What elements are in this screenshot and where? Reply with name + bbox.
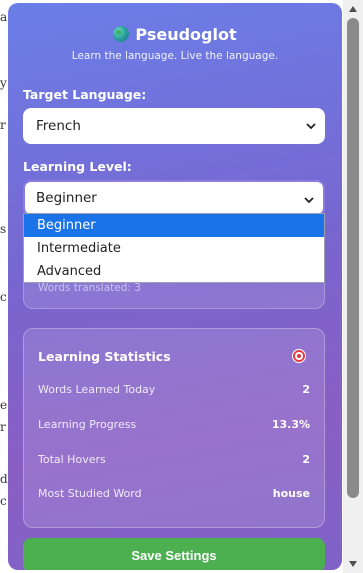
app-name: Pseudoglot [135,24,237,44]
learning-level-field: Learning Level: Beginner [23,159,325,216]
stat-value: 2 [302,452,310,466]
chevron-down-icon [304,197,314,204]
tagline: Learn the language. Live the language. [71,50,279,62]
stats-title: Learning Statistics [38,349,171,364]
target-language-field: Target Language: French [23,87,325,144]
target-language-label: Target Language: [23,87,147,102]
target-language-select[interactable]: French [23,108,325,144]
globe-icon [113,26,130,42]
learning-level-label: Learning Level: [23,159,132,174]
app-title: Pseudoglot [8,23,342,45]
stat-label: Words Learned Today [38,382,156,396]
popup-header: Pseudoglot Learn the language. Live the … [8,3,342,63]
dropdown-option-intermediate[interactable]: Intermediate [24,237,324,260]
bg-fragment: a [0,10,8,24]
learning-level-dropdown: Beginner Intermediate Advanced [23,213,325,283]
bg-fragment: c [0,494,7,508]
bg-fragment: y [0,76,7,90]
learning-level-select[interactable]: Beginner [23,180,325,216]
stat-label: Most Studied Word [38,486,142,500]
stat-row: Words Learned Today 2 [38,381,310,397]
stat-row: Learning Progress 13.3% [38,416,310,432]
extension-popup: Pseudoglot Learn the language. Live the … [8,3,342,570]
dropdown-option-advanced[interactable]: Advanced [24,260,324,283]
target-language-value: French [36,118,81,134]
stat-value: 2 [302,382,310,396]
bg-fragment: s [0,222,7,236]
stat-row: Most Studied Word house [38,485,310,501]
dropdown-option-beginner[interactable]: Beginner [24,214,324,237]
scroll-thumb[interactable] [347,18,359,498]
stat-row: Total Hovers 2 [38,451,310,467]
chevron-down-icon [306,123,316,130]
bg-fragment: r [0,420,6,434]
target-icon [292,349,306,363]
stat-label: Total Hovers [38,452,106,466]
stat-value: house [272,486,310,500]
learning-level-value: Beginner [36,190,97,206]
stat-value: 13.3% [271,417,310,431]
learning-statistics-card: Learning Statistics Words Learned Today … [23,328,325,528]
bg-fragment: e [0,398,8,412]
stat-label: Learning Progress [38,417,137,431]
scroll-up-icon[interactable] [349,6,357,12]
bg-fragment: d [0,472,8,486]
save-settings-button[interactable]: Save Settings [23,538,325,570]
scrollbar[interactable] [343,0,363,573]
bg-fragment: r [0,118,6,132]
bg-fragment: c [0,290,7,304]
scroll-down-icon[interactable] [349,561,357,567]
words-translated-text: Words translated: 3 [38,282,141,294]
